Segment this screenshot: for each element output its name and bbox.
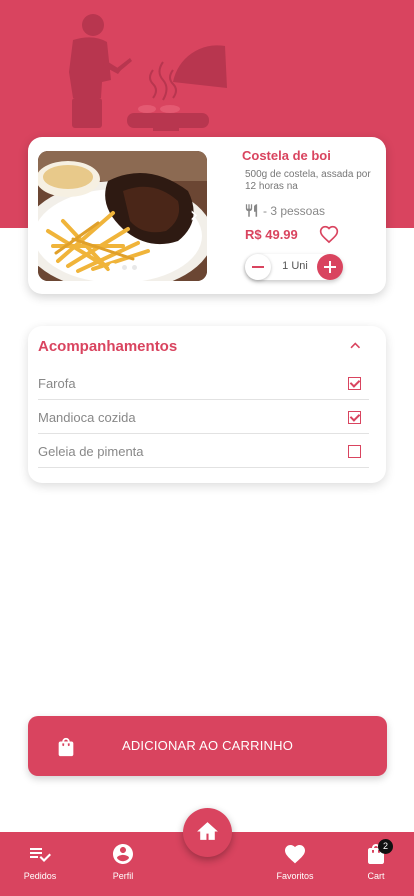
accompaniments-title: Acompanhamentos xyxy=(38,338,178,355)
product-name: Costela de boi xyxy=(242,148,331,163)
accompaniment-item-farofa[interactable]: Farofa xyxy=(38,366,369,400)
add-to-cart-button[interactable]: ADICIONAR AO CARRINHO xyxy=(28,716,387,776)
serves-label: - 3 pessoas xyxy=(263,203,326,218)
nav-cart-label: Cart xyxy=(367,871,385,881)
carousel-dot[interactable] xyxy=(131,264,137,270)
nav-favoritos[interactable]: Favoritos xyxy=(265,842,325,881)
quantity-stepper: 1 Uni xyxy=(245,254,343,280)
product-card: ‹ › Costela de boi 500g de costela, assa… xyxy=(28,137,386,294)
accompaniment-label: Geleia de pimenta xyxy=(38,444,144,459)
account-circle-icon xyxy=(113,844,133,864)
nav-perfil[interactable]: Perfil xyxy=(93,842,153,881)
product-photo-carousel[interactable]: ‹ › xyxy=(38,151,207,281)
cart-count-badge: 2 xyxy=(378,839,393,854)
product-description: 500g de costela, assada por 12 horas na xyxy=(245,169,371,192)
accompaniment-checkbox[interactable] xyxy=(348,377,361,390)
accompaniment-item-mandioca[interactable]: Mandioca cozida xyxy=(38,400,369,434)
home-icon xyxy=(197,822,218,840)
product-serves: - 3 pessoas xyxy=(244,203,325,218)
nav-pedidos-label: Pedidos xyxy=(23,871,57,881)
carousel-dot[interactable] xyxy=(108,263,117,271)
decrease-quantity-button[interactable] xyxy=(245,254,271,280)
heart-outline-icon[interactable] xyxy=(318,225,340,245)
nav-perfil-label: Perfil xyxy=(112,871,134,881)
carousel-dots xyxy=(38,263,207,271)
home-button[interactable] xyxy=(183,808,232,857)
playlist-check-icon xyxy=(30,848,51,862)
accompaniments-panel: Acompanhamentos Farofa Mandioca cozida G… xyxy=(28,326,386,483)
heart-icon xyxy=(285,845,305,864)
accompaniment-checkbox[interactable] xyxy=(348,445,361,458)
cutlery-icon xyxy=(245,204,258,217)
quantity-value: 1 Uni xyxy=(282,260,308,272)
accompaniment-label: Farofa xyxy=(38,376,76,391)
nav-pedidos[interactable]: Pedidos xyxy=(10,842,70,881)
accompaniment-item-geleia[interactable]: Geleia de pimenta xyxy=(38,434,369,468)
accompaniment-checkbox[interactable] xyxy=(348,411,361,424)
increase-quantity-button[interactable] xyxy=(317,254,343,280)
carousel-dot[interactable] xyxy=(121,264,127,270)
carousel-next-icon[interactable]: › xyxy=(183,201,205,231)
add-to-cart-label: ADICIONAR AO CARRINHO xyxy=(121,738,294,753)
nav-cart[interactable]: 2 Cart xyxy=(346,839,406,881)
nav-favoritos-label: Favoritos xyxy=(276,871,314,881)
product-price: R$ 49.99 xyxy=(245,227,298,242)
chevron-up-icon[interactable] xyxy=(346,338,364,354)
barbecue-illustration xyxy=(69,14,227,131)
product-photo xyxy=(38,151,207,281)
accompaniments-list: Farofa Mandioca cozida Geleia de pimenta xyxy=(38,366,369,468)
accompaniment-label: Mandioca cozida xyxy=(38,410,136,425)
carousel-prev-icon[interactable]: ‹ xyxy=(40,201,62,231)
